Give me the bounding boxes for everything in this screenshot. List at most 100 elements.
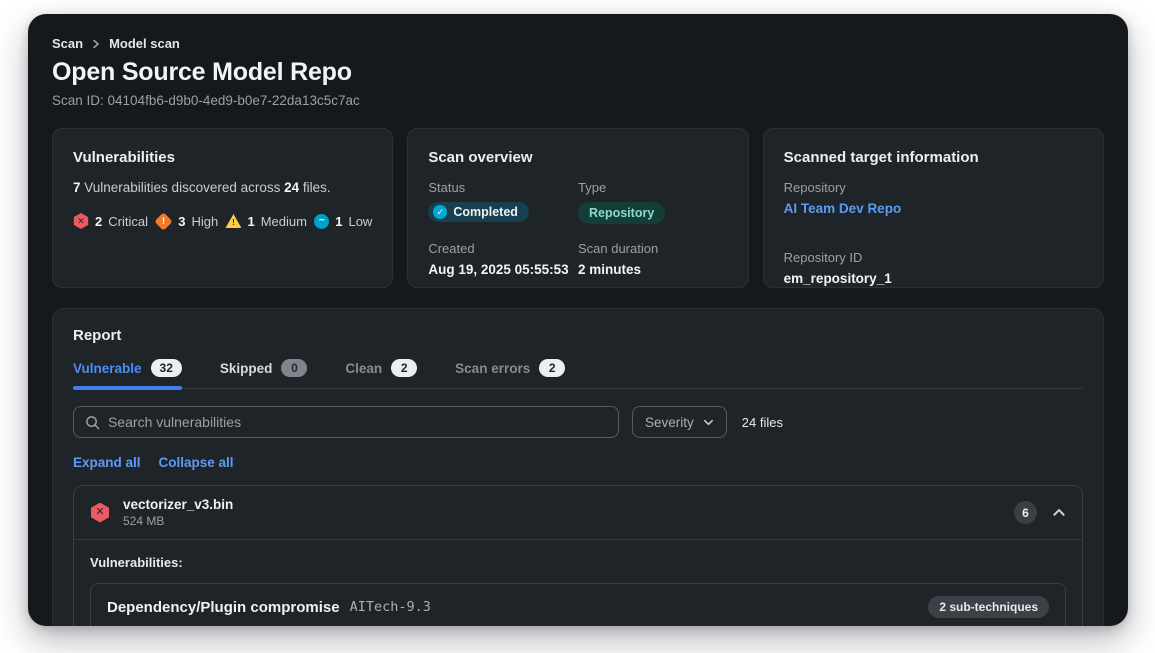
collapse-all-link[interactable]: Collapse all [159, 455, 234, 470]
severity-filter-label: Severity [645, 415, 694, 430]
type-badge: Repository [578, 202, 665, 224]
subtechniques-badge: 2 sub-techniques [928, 596, 1049, 618]
tab-skipped[interactable]: Skipped 0 [220, 359, 308, 388]
low-icon: ~ [314, 214, 329, 229]
duration-label: Scan duration [578, 241, 728, 256]
search-row: Severity 24 files [73, 406, 1083, 438]
medium-icon: ! [225, 214, 241, 228]
severity-filter[interactable]: Severity [632, 406, 727, 438]
scanned-target-card: Scanned target information Repository AI… [763, 128, 1104, 288]
severity-critical: ✕ 2 Critical [73, 213, 148, 229]
duration-field: Scan duration 2 minutes [578, 241, 728, 277]
tab-clean-count: 2 [391, 359, 417, 377]
scanned-target-fields: Repository AI Team Dev Repo Repository I… [784, 180, 1083, 286]
vulnerabilities-card: Vulnerabilities 7 Vulnerabilities discov… [52, 128, 393, 288]
severity-low: ~ 1 Low [314, 214, 372, 229]
file-meta: vectorizer_v3.bin 524 MB [123, 497, 233, 528]
vuln-count: 7 [73, 180, 81, 195]
page-title: Open Source Model Repo [52, 58, 1104, 87]
critical-label: Critical [108, 214, 148, 229]
vuln-files-count: 24 [284, 180, 299, 195]
search-input[interactable] [108, 414, 607, 430]
tab-scan-errors-count: 2 [539, 359, 565, 377]
high-label: High [191, 214, 218, 229]
repository-link[interactable]: AI Team Dev Repo [784, 201, 1083, 216]
created-field: Created Aug 19, 2025 05:55:53 [428, 241, 578, 277]
status-field: Status ✓ Completed [428, 180, 578, 224]
repository-id-field: Repository ID em_repository_1 [784, 250, 1083, 286]
vuln-summary-text: Vulnerabilities discovered across [81, 180, 285, 195]
severity-summary-row: ✕ 2 Critical ! 3 High ! 1 Medium ~ 1 [73, 213, 372, 229]
check-circle-icon: ✓ [433, 205, 447, 219]
file-name: vectorizer_v3.bin [123, 497, 233, 512]
repository-label: Repository [784, 180, 1083, 195]
chevron-right-icon [91, 39, 101, 49]
tab-skipped-count: 0 [281, 359, 307, 377]
file-size: 524 MB [123, 514, 233, 528]
severity-medium: ! 1 Medium [225, 214, 306, 229]
status-badge: ✓ Completed [428, 202, 529, 222]
expand-all-link[interactable]: Expand all [73, 455, 141, 470]
low-label: Low [348, 214, 372, 229]
scan-overview-card: Scan overview Status ✓ Completed Type Re… [407, 128, 748, 288]
app-window: Scan Model scan Open Source Model Repo S… [28, 14, 1128, 626]
repository-field: Repository AI Team Dev Repo [784, 180, 1083, 216]
tab-scan-errors-label: Scan errors [455, 361, 530, 376]
breadcrumb-scan[interactable]: Scan [52, 36, 83, 51]
medium-count: 1 [247, 214, 254, 229]
tab-vulnerable-label: Vulnerable [73, 361, 142, 376]
search-box[interactable] [73, 406, 619, 438]
status-badge-text: Completed [453, 205, 518, 219]
severity-high: ! 3 High [155, 214, 218, 229]
vulnerabilities-section-label: Vulnerabilities: [90, 555, 1066, 570]
duration-value: 2 minutes [578, 262, 728, 277]
tab-skipped-label: Skipped [220, 361, 273, 376]
low-count: 1 [335, 214, 342, 229]
tab-vulnerable-count: 32 [151, 359, 182, 377]
chevron-up-icon[interactable] [1052, 506, 1066, 520]
report-title: Report [73, 327, 1083, 344]
technique-code: AITech-9.3 [350, 599, 431, 615]
tab-clean[interactable]: Clean 2 [345, 359, 417, 388]
scan-overview-title: Scan overview [428, 149, 727, 166]
file-header[interactable]: ✕ vectorizer_v3.bin 524 MB 6 [74, 486, 1082, 540]
chevron-down-icon [703, 417, 714, 428]
technique-card: Dependency/Plugin compromise AITech-9.3 … [90, 583, 1066, 626]
type-field: Type Repository [578, 180, 728, 224]
high-icon: ! [155, 212, 173, 230]
scan-id: Scan ID: 04104fb6-d9b0-4ed9-b0e7-22da13c… [52, 93, 1104, 108]
file-result-card: ✕ vectorizer_v3.bin 524 MB 6 Vulnerabili… [73, 485, 1083, 626]
vulnerabilities-card-title: Vulnerabilities [73, 149, 372, 166]
type-badge-text: Repository [589, 206, 654, 220]
technique-name: Dependency/Plugin compromise [107, 599, 340, 616]
created-label: Created [428, 241, 578, 256]
high-count: 3 [178, 214, 185, 229]
summary-cards-row: Vulnerabilities 7 Vulnerabilities discov… [52, 128, 1104, 288]
tab-vulnerable[interactable]: Vulnerable 32 [73, 359, 182, 388]
critical-count: 2 [95, 214, 102, 229]
status-label: Status [428, 180, 578, 195]
breadcrumb-model-scan: Model scan [109, 36, 180, 51]
vuln-summary-suffix: files. [299, 180, 331, 195]
critical-file-icon: ✕ [90, 503, 110, 523]
page-header: Scan Model scan Open Source Model Repo S… [28, 14, 1128, 108]
expand-collapse-row: Expand all Collapse all [73, 455, 1083, 470]
critical-icon: ✕ [73, 213, 89, 229]
medium-label: Medium [261, 214, 307, 229]
report-tabs: Vulnerable 32 Skipped 0 Clean 2 Scan err… [73, 359, 1083, 389]
scan-overview-grid: Status ✓ Completed Type Repository Creat… [428, 180, 727, 277]
file-vuln-count-badge: 6 [1014, 501, 1037, 524]
search-icon [85, 415, 100, 430]
created-value: Aug 19, 2025 05:55:53 [428, 262, 578, 277]
vulnerabilities-summary: 7 Vulnerabilities discovered across 24 f… [73, 180, 372, 195]
technique-header: Dependency/Plugin compromise AITech-9.3 … [91, 584, 1065, 626]
repository-id-value: em_repository_1 [784, 271, 1083, 286]
tab-scan-errors[interactable]: Scan errors 2 [455, 359, 565, 388]
report-card: Report Vulnerable 32 Skipped 0 Clean 2 S… [52, 308, 1104, 626]
repository-id-label: Repository ID [784, 250, 1083, 265]
breadcrumb: Scan Model scan [52, 36, 1104, 51]
type-label: Type [578, 180, 728, 195]
files-count: 24 files [742, 415, 783, 430]
scanned-target-title: Scanned target information [784, 149, 1083, 166]
file-header-right: 6 [1014, 501, 1066, 524]
